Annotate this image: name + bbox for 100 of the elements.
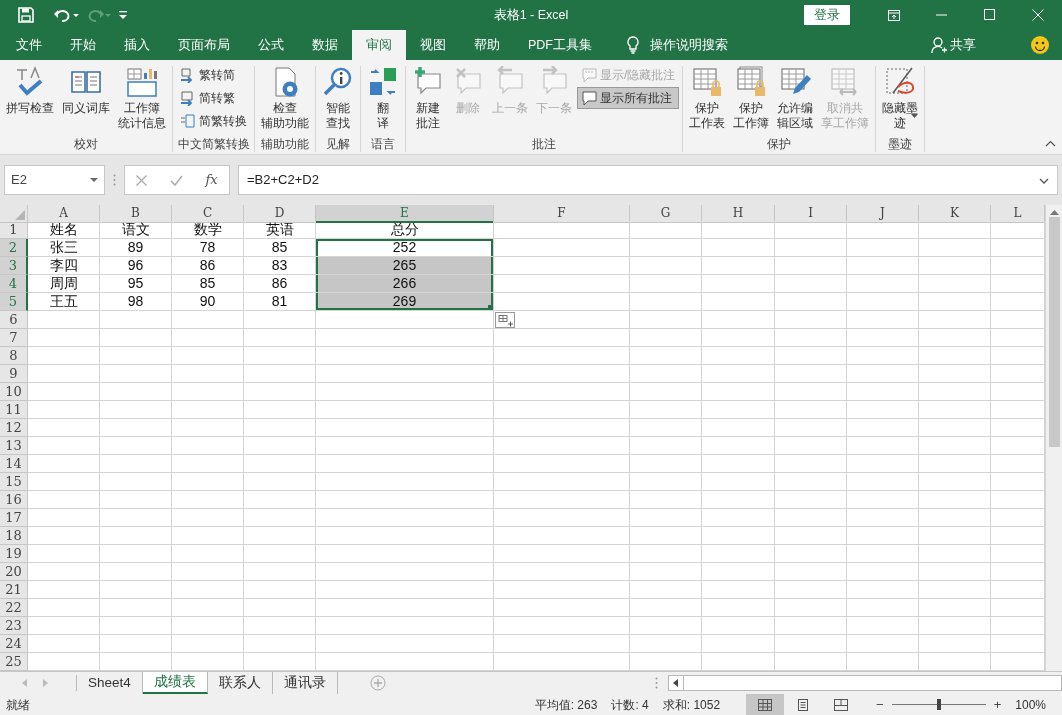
empty-cell[interactable] <box>494 455 630 473</box>
row-header[interactable]: 22 <box>0 599 28 617</box>
empty-cell[interactable] <box>775 473 847 491</box>
empty-cell[interactable] <box>630 455 702 473</box>
empty-cell[interactable] <box>847 293 919 311</box>
empty-cell[interactable] <box>630 509 702 527</box>
empty-cell[interactable] <box>244 419 316 437</box>
empty-cell[interactable] <box>847 383 919 401</box>
empty-cell[interactable] <box>244 509 316 527</box>
empty-cell[interactable] <box>100 347 172 365</box>
empty-cell[interactable] <box>702 329 775 347</box>
zoom-slider-thumb[interactable] <box>936 699 941 710</box>
zoom-out-button[interactable]: − <box>874 694 886 715</box>
empty-cell[interactable] <box>919 365 991 383</box>
empty-cell[interactable] <box>919 455 991 473</box>
row-header[interactable]: 16 <box>0 491 28 509</box>
empty-cell[interactable] <box>316 401 494 419</box>
empty-cell[interactable] <box>919 311 991 329</box>
empty-cell[interactable] <box>919 221 991 239</box>
ribbon-tab[interactable]: 公式 <box>244 30 298 60</box>
redo-icon[interactable] <box>86 7 112 23</box>
empty-cell[interactable] <box>172 509 244 527</box>
empty-cell[interactable] <box>847 545 919 563</box>
empty-cell[interactable] <box>172 473 244 491</box>
empty-cell[interactable] <box>630 635 702 653</box>
empty-cell[interactable] <box>244 347 316 365</box>
empty-cell[interactable] <box>316 347 494 365</box>
empty-cell[interactable] <box>244 545 316 563</box>
horizontal-scrollbar[interactable] <box>668 675 1062 691</box>
empty-cell[interactable] <box>494 221 630 239</box>
empty-cell[interactable] <box>919 437 991 455</box>
empty-cell[interactable] <box>316 635 494 653</box>
empty-cell[interactable] <box>316 329 494 347</box>
empty-cell[interactable] <box>244 329 316 347</box>
empty-cell[interactable] <box>630 473 702 491</box>
empty-cell[interactable] <box>316 383 494 401</box>
empty-cell[interactable] <box>919 599 991 617</box>
empty-cell[interactable] <box>494 437 630 455</box>
empty-cell[interactable] <box>702 311 775 329</box>
empty-cell[interactable] <box>775 311 847 329</box>
quick-analysis-icon[interactable] <box>495 312 515 328</box>
empty-cell[interactable] <box>919 383 991 401</box>
row-header[interactable]: 25 <box>0 653 28 671</box>
scroll-right-icon[interactable] <box>43 679 48 687</box>
empty-cell[interactable] <box>630 419 702 437</box>
empty-cell[interactable] <box>919 257 991 275</box>
row-header[interactable]: 11 <box>0 401 28 419</box>
empty-cell[interactable] <box>494 311 630 329</box>
empty-cell[interactable] <box>244 437 316 455</box>
empty-cell[interactable] <box>847 617 919 635</box>
empty-cell[interactable] <box>630 329 702 347</box>
empty-cell[interactable] <box>100 491 172 509</box>
empty-cell[interactable] <box>172 383 244 401</box>
empty-cell[interactable] <box>316 545 494 563</box>
empty-cell[interactable] <box>172 545 244 563</box>
column-header[interactable]: L <box>991 205 1045 223</box>
empty-cell[interactable] <box>630 581 702 599</box>
column-header[interactable]: F <box>494 205 630 223</box>
empty-cell[interactable] <box>775 221 847 239</box>
empty-cell[interactable] <box>494 473 630 491</box>
column-header[interactable]: J <box>847 205 919 223</box>
empty-cell[interactable] <box>919 401 991 419</box>
empty-cell[interactable] <box>847 527 919 545</box>
empty-cell[interactable] <box>702 509 775 527</box>
ribbon-button[interactable]: 拼写检查 <box>3 66 57 116</box>
empty-cell[interactable] <box>100 635 172 653</box>
empty-cell[interactable] <box>100 383 172 401</box>
empty-cell[interactable] <box>775 509 847 527</box>
empty-cell[interactable] <box>316 617 494 635</box>
empty-cell[interactable] <box>702 239 775 257</box>
sign-in-button[interactable]: 登录 <box>804 4 850 26</box>
empty-cell[interactable] <box>494 635 630 653</box>
empty-cell[interactable] <box>100 599 172 617</box>
ribbon-button[interactable]: 新建 批注 <box>409 66 447 131</box>
empty-cell[interactable] <box>847 491 919 509</box>
empty-cell[interactable] <box>494 527 630 545</box>
empty-cell[interactable] <box>775 239 847 257</box>
view-button[interactable] <box>746 694 785 715</box>
empty-cell[interactable] <box>630 347 702 365</box>
sheet-tab[interactable]: 成绩表 <box>142 672 208 694</box>
empty-cell[interactable] <box>244 365 316 383</box>
empty-cell[interactable] <box>775 545 847 563</box>
empty-cell[interactable] <box>100 527 172 545</box>
empty-cell[interactable] <box>847 509 919 527</box>
ribbon-button[interactable]: 简繁转换 <box>176 110 251 132</box>
empty-cell[interactable] <box>919 329 991 347</box>
empty-cell[interactable] <box>244 527 316 545</box>
empty-cell[interactable] <box>172 581 244 599</box>
ribbon-tab[interactable]: 审阅 <box>352 30 406 60</box>
empty-cell[interactable] <box>100 473 172 491</box>
empty-cell[interactable] <box>630 311 702 329</box>
empty-cell[interactable] <box>172 599 244 617</box>
empty-cell[interactable] <box>244 563 316 581</box>
ribbon-button[interactable]: 翻 译 <box>364 66 402 131</box>
empty-cell[interactable] <box>630 563 702 581</box>
empty-cell[interactable] <box>316 509 494 527</box>
row-header[interactable]: 7 <box>0 329 28 347</box>
empty-cell[interactable] <box>316 455 494 473</box>
empty-cell[interactable] <box>919 491 991 509</box>
empty-cell[interactable] <box>100 329 172 347</box>
